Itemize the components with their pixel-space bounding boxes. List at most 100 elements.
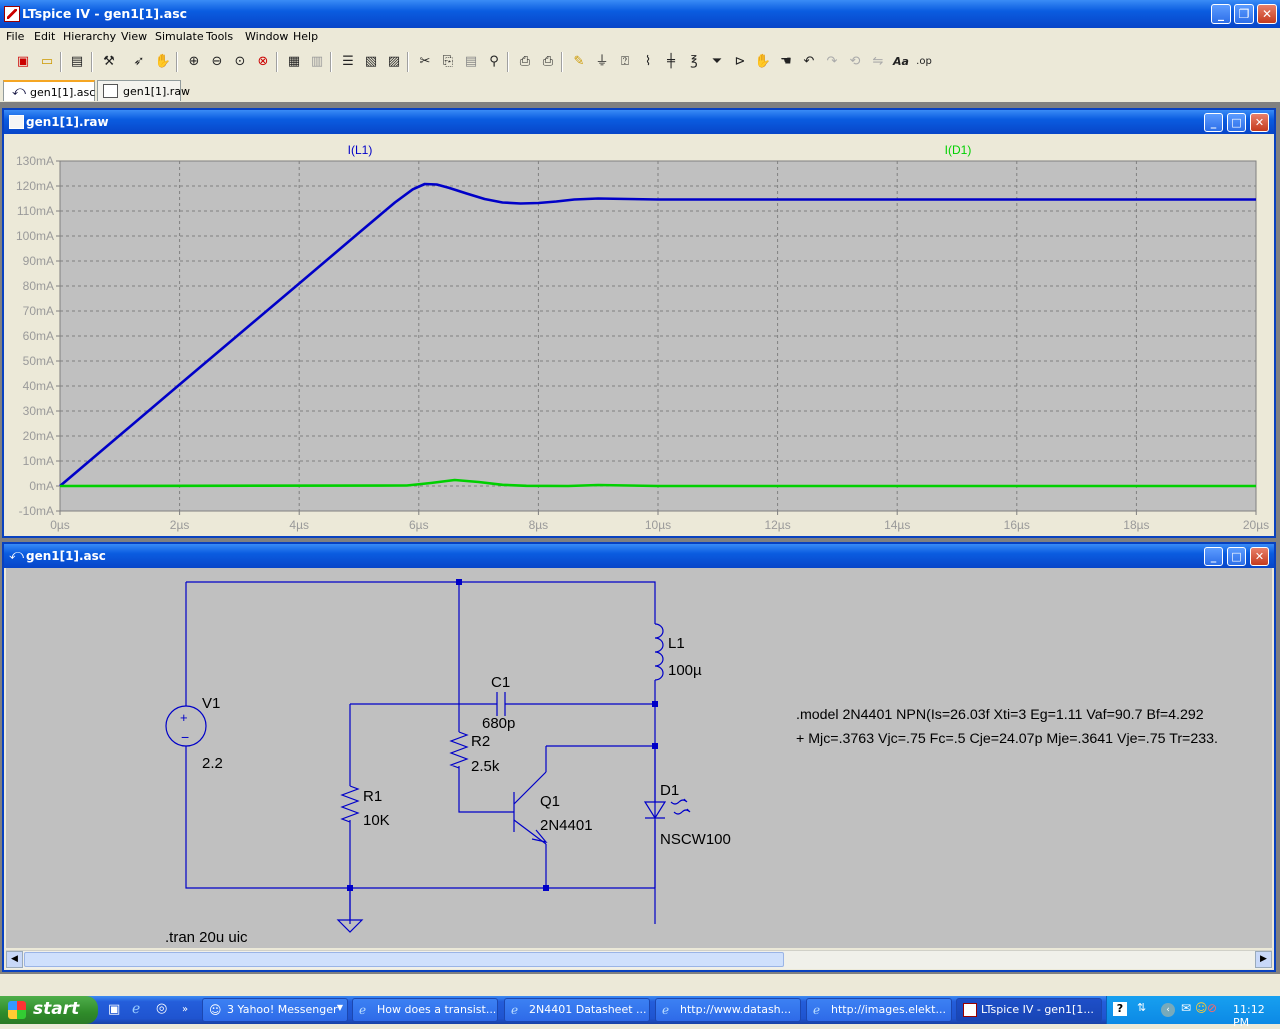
waveform-close-button[interactable]: ✕ xyxy=(1250,113,1269,132)
scroll-left-button[interactable]: ◀ xyxy=(6,951,23,968)
schematic-horizontal-scrollbar[interactable]: ◀ ▶ xyxy=(6,950,1272,969)
r2-value[interactable]: 2.5k xyxy=(471,758,500,775)
inductor-l1[interactable] xyxy=(654,623,664,681)
resistor-icon[interactable]: ⌇ xyxy=(639,53,657,71)
l1-value[interactable]: 100µ xyxy=(668,662,702,679)
schematic-canvas[interactable]: + − V1 2.2 C1 680p L1 100µ R2 2.5k R1 10… xyxy=(6,568,1272,948)
label-icon[interactable]: ⍰ xyxy=(616,53,634,71)
new-schematic-icon[interactable]: ▣ xyxy=(14,53,32,71)
zoom-full-icon[interactable]: ⊙ xyxy=(231,53,249,71)
task-how-transistor[interactable]: ℯ How does a transist... xyxy=(352,998,498,1022)
menu-view[interactable]: View xyxy=(121,30,147,43)
d1-value[interactable]: NSCW100 xyxy=(660,831,731,848)
tab-waveform[interactable]: gen1[1].raw xyxy=(97,80,190,101)
tran-directive[interactable]: .tran 20u uic xyxy=(165,929,248,946)
quick-launch-ie-icon[interactable]: ℯ xyxy=(132,1001,140,1017)
menu-tools[interactable]: Tools xyxy=(206,30,233,43)
zoom-in-icon[interactable]: ⊕ xyxy=(185,53,203,71)
task-ltspice[interactable]: LTspice IV - gen1[1... xyxy=(956,998,1102,1022)
r1-value[interactable]: 10K xyxy=(363,812,390,829)
control-panel-icon[interactable]: ⚒ xyxy=(100,53,118,71)
cancel-zoom-icon[interactable]: ⊗ xyxy=(254,53,272,71)
menu-help[interactable]: Help xyxy=(293,30,318,43)
waveform-maximize-button[interactable]: □ xyxy=(1227,113,1246,132)
c1-value[interactable]: 680p xyxy=(482,715,515,732)
task-yahoo-messenger[interactable]: ☺ 3 Yahoo! Messenger ▼ xyxy=(202,998,348,1022)
resistor-r1[interactable] xyxy=(340,785,360,823)
text-icon[interactable]: Aa xyxy=(892,53,910,71)
task-images-url[interactable]: ℯ http://images.elekt... xyxy=(806,998,952,1022)
r1-name[interactable]: R1 xyxy=(363,788,382,805)
paste-icon[interactable]: ▤ xyxy=(462,53,480,71)
trace-label-id1[interactable]: I(D1) xyxy=(945,143,972,157)
diode-icon[interactable]: ⏷ xyxy=(708,53,726,71)
capacitor-icon[interactable]: ╪ xyxy=(662,53,680,71)
schematic-close-button[interactable]: ✕ xyxy=(1250,547,1269,566)
waveform-plot[interactable]: 0µs 2µs 4µs 6µs 8µs 10µs 12µs 14µs 16µs 18µs 20µs 1… xyxy=(4,134,1274,536)
show-desktop-icon[interactable]: ▣ xyxy=(108,1002,120,1017)
v1-name[interactable]: V1 xyxy=(202,695,220,712)
print-icon[interactable]: ⎙ xyxy=(539,53,557,71)
task-datasheet-url[interactable]: ℯ http://www.datash... xyxy=(655,998,801,1022)
copy-icon[interactable]: ⎘ xyxy=(439,53,457,71)
tray-expand-icon[interactable]: ‹ xyxy=(1161,1003,1175,1017)
drag-icon[interactable]: ☚ xyxy=(777,53,795,71)
schematic-window-title-bar[interactable]: ⤺ gen1[1].asc _ □ ✕ xyxy=(4,544,1274,568)
inductor-icon[interactable]: ℥ xyxy=(685,53,703,71)
menu-file[interactable]: File xyxy=(6,30,24,43)
autorange-icon[interactable]: ▦ xyxy=(285,53,303,71)
cascade-icon[interactable]: ▨ xyxy=(385,53,403,71)
capacitor-c1[interactable] xyxy=(496,692,506,716)
menu-simulate[interactable]: Simulate xyxy=(155,30,204,43)
model-directive-line1[interactable]: .model 2N4401 NPN(Is=26.03f Xti=3 Eg=1.1… xyxy=(796,707,1204,723)
wire-icon[interactable]: ✎ xyxy=(570,53,588,71)
halt-icon[interactable]: ✋ xyxy=(154,53,172,71)
quick-launch-expand-icon[interactable]: » xyxy=(182,1004,188,1015)
resistor-r2[interactable] xyxy=(449,731,469,769)
print-preview-icon[interactable]: ⎙ xyxy=(516,53,534,71)
menu-window[interactable]: Window xyxy=(245,30,288,43)
q1-value[interactable]: 2N4401 xyxy=(540,817,593,834)
r2-name[interactable]: R2 xyxy=(471,733,490,750)
component-icon[interactable]: ⊳ xyxy=(731,53,749,71)
tray-messenger-icon[interactable]: ☺ xyxy=(1195,1001,1208,1015)
rotate-icon[interactable]: ⟲ xyxy=(846,53,864,71)
schematic-minimize-button[interactable]: _ xyxy=(1204,547,1223,566)
schematic-maximize-button[interactable]: □ xyxy=(1227,547,1246,566)
q1-name[interactable]: Q1 xyxy=(540,793,560,810)
tray-security-icon[interactable]: ⊘ xyxy=(1207,1001,1217,1015)
tab-schematic[interactable]: ⤺ gen1[1].asc xyxy=(3,80,95,101)
task-datasheet[interactable]: ℯ 2N4401 Datasheet ... xyxy=(504,998,650,1022)
c1-name[interactable]: C1 xyxy=(491,674,510,691)
undo-icon[interactable]: ↶ xyxy=(800,53,818,71)
scroll-thumb[interactable] xyxy=(24,952,784,967)
save-icon[interactable]: ▤ xyxy=(68,53,86,71)
run-icon[interactable]: ➶ xyxy=(130,53,148,71)
l1-name[interactable]: L1 xyxy=(668,635,685,652)
menu-edit[interactable]: Edit xyxy=(34,30,55,43)
restore-button[interactable]: ❐ xyxy=(1234,4,1254,24)
network-icon[interactable]: ⇅ xyxy=(1137,1001,1146,1014)
redo-icon[interactable]: ↷ xyxy=(823,53,841,71)
open-icon[interactable]: ▭ xyxy=(38,53,56,71)
voltage-source-v1[interactable]: + − xyxy=(165,705,207,747)
ground-icon[interactable]: ⏚ xyxy=(593,53,611,71)
led-d1[interactable] xyxy=(643,798,691,820)
grid-icon[interactable]: ▥ xyxy=(308,53,326,71)
tray-mail-icon[interactable]: ✉ xyxy=(1181,1001,1191,1015)
start-button[interactable]: start xyxy=(0,996,98,1024)
find-icon[interactable]: ⚲ xyxy=(485,53,503,71)
close-button[interactable]: ✕ xyxy=(1257,4,1277,24)
tile-horizontal-icon[interactable]: ☰ xyxy=(339,53,357,71)
v1-value[interactable]: 2.2 xyxy=(202,755,223,772)
move-icon[interactable]: ✋ xyxy=(754,53,772,71)
spice-directive-icon[interactable]: .op xyxy=(915,53,933,71)
scroll-right-button[interactable]: ▶ xyxy=(1255,951,1272,968)
app-title-bar[interactable]: LTspice IV - gen1[1].asc _ ❐ ✕ xyxy=(0,0,1280,28)
quick-launch-messenger-icon[interactable]: ◎ xyxy=(156,1001,167,1016)
mirror-icon[interactable]: ⇋ xyxy=(869,53,887,71)
tile-vertical-icon[interactable]: ▧ xyxy=(362,53,380,71)
cut-icon[interactable]: ✂ xyxy=(416,53,434,71)
trace-label-il1[interactable]: I(L1) xyxy=(348,143,373,157)
waveform-minimize-button[interactable]: _ xyxy=(1204,113,1223,132)
